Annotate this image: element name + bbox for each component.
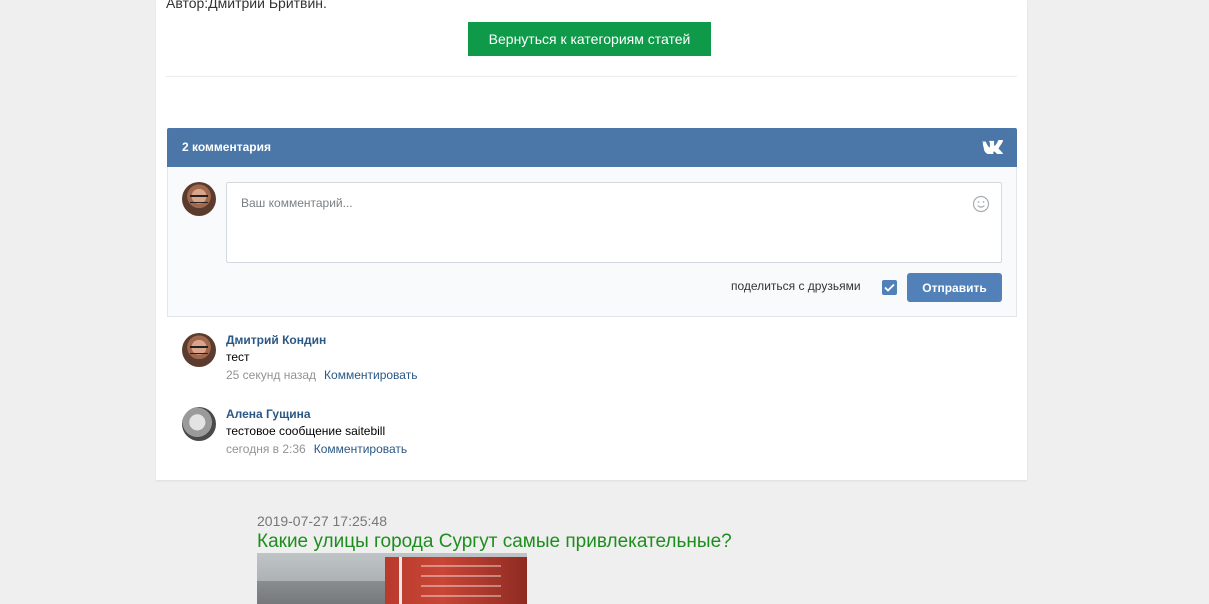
send-comment-button[interactable]: Отправить [907,273,1002,302]
comment-reply-link[interactable]: Комментировать [324,368,417,382]
comment-meta: 25 секунд назад Комментировать [226,368,417,382]
smile-icon[interactable] [972,195,990,218]
post-date: 2019-07-27 17:25:48 [257,513,387,529]
comment-author[interactable]: Алена Гущина [226,407,311,421]
comment-time[interactable]: сегодня в 2:36 [226,442,306,456]
share-with-friends-label: поделиться с друзьями [731,279,861,293]
comment-input[interactable]: Ваш комментарий... [226,182,1002,263]
comment-text: тестовое сообщение saitebill [226,424,386,438]
back-to-categories-button[interactable]: Вернуться к категориям статей [468,22,711,56]
comment-input-placeholder: Ваш комментарий... [241,196,353,210]
post-title-link[interactable]: Какие улицы города Сургут самые привлека… [257,531,732,553]
share-with-friends-checkbox[interactable] [882,280,897,295]
comment-time[interactable]: 25 секунд назад [226,368,316,382]
building-image-right [385,557,527,604]
comment-avatar[interactable] [182,407,216,441]
current-user-avatar[interactable] [182,182,216,216]
comment-text: тест [226,350,250,364]
article-author: Автор:Дмитрий Бритвин. [166,0,327,11]
checkmark-icon [884,283,895,292]
divider [166,76,1017,77]
vk-logo-icon[interactable] [981,139,1004,159]
comment-avatar[interactable] [182,333,216,367]
comment-author[interactable]: Дмитрий Кондин [226,333,326,347]
post-thumbnail[interactable] [257,553,527,604]
comment-meta: сегодня в 2:36 Комментировать [226,442,407,456]
comments-count: 2 комментария [182,140,271,154]
comments-widget-header: 2 комментария [167,128,1017,167]
comment-reply-link[interactable]: Комментировать [314,442,407,456]
building-image-left [257,581,387,604]
